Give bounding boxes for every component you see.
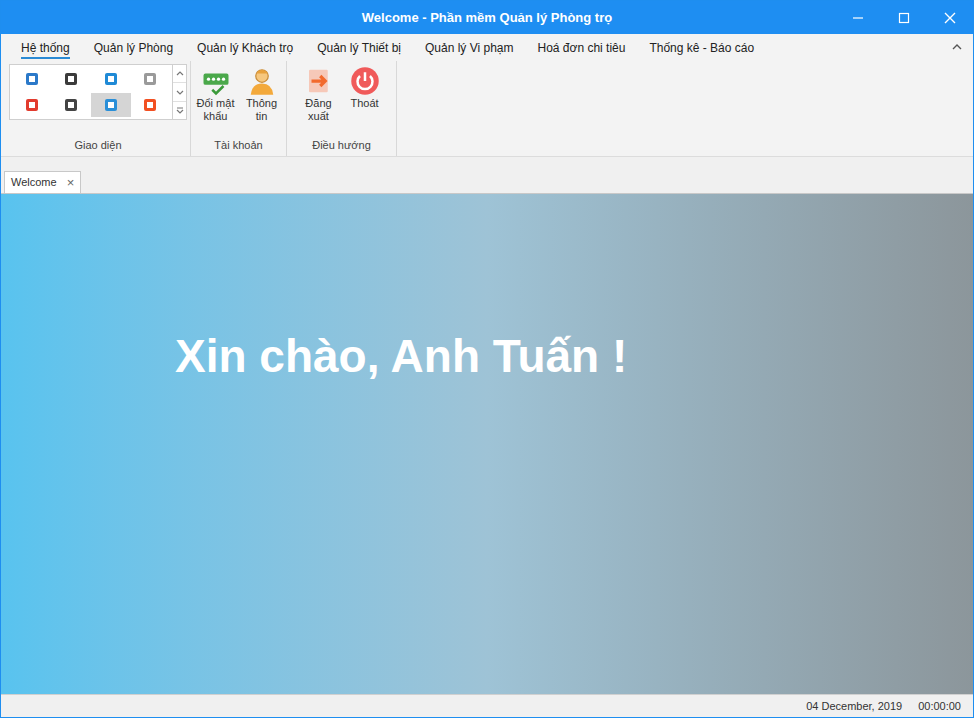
ribbon-tab-label: Quản lý Vi phạm <box>425 41 514 55</box>
gallery-scroll <box>172 65 186 119</box>
account-group-label: Tài khoản <box>214 137 262 157</box>
ribbon-tab[interactable]: Thống kê - Báo cáo <box>639 35 764 61</box>
skin-item[interactable] <box>91 67 131 91</box>
skins-group: Giao diện <box>6 61 191 156</box>
maximize-icon <box>898 12 910 24</box>
ribbon-tab-label: Hệ thống <box>21 41 70 59</box>
ribbon-tab-label: Quản lý Phòng <box>94 41 173 55</box>
expand-icon <box>175 105 185 115</box>
close-tab-button[interactable]: × <box>67 176 75 189</box>
skin-item[interactable] <box>52 93 92 117</box>
button-label: Đăng xuất <box>298 97 340 123</box>
ribbon-body: Giao diệnĐổi mật khẩuThông tinTài khoảnĐ… <box>1 61 973 157</box>
ribbon-tab-label: Quản lý Khách trọ <box>197 41 293 55</box>
skin-gallery <box>9 64 187 120</box>
title-bar: Welcome - Phần mềm Quản lý Phòng trọ <box>1 1 973 34</box>
minimize-button[interactable] <box>835 1 881 34</box>
skin-grid <box>10 65 172 119</box>
document-tab[interactable]: Welcome × <box>4 171 81 193</box>
ribbon-tab[interactable]: Quản lý Thiết bị <box>307 35 411 61</box>
ribbon-tab[interactable]: Quản lý Phòng <box>84 35 183 61</box>
logout-button[interactable]: Đăng xuất <box>298 64 340 123</box>
chevron-up-icon <box>175 69 185 79</box>
key-button[interactable]: Đổi mật khẩu <box>195 64 237 123</box>
skins-group-content <box>9 61 187 137</box>
welcome-panel: Xin chào, Anh Tuấn ! <box>1 194 973 694</box>
document-tabs: Welcome × <box>1 172 973 194</box>
button-label: Đổi mật khẩu <box>195 97 237 123</box>
skin-item[interactable] <box>52 67 92 91</box>
status-time: 00:00:00 <box>918 698 961 715</box>
nav-group-label: Điều hướng <box>312 137 371 157</box>
skin-icon <box>63 97 79 113</box>
window-title: Welcome - Phần mềm Quản lý Phòng trọ <box>362 8 612 28</box>
close-icon <box>944 12 956 24</box>
chevron-down-icon <box>175 87 185 97</box>
nav-group: Đăng xuất Thoát Điều hướng <box>287 61 397 156</box>
skin-icon <box>142 71 158 87</box>
skin-icon <box>142 97 158 113</box>
document-tab-label: Welcome <box>11 174 57 191</box>
ribbon-tabs: Hệ thống Quản lý Phòng Quản lý Khách trọ Qu… <box>1 34 973 61</box>
user-button[interactable]: Thông tin <box>241 64 283 123</box>
ribbon-tab[interactable]: Quản lý Khách trọ <box>187 35 303 61</box>
button-label: Thông tin <box>241 97 283 123</box>
ribbon-tab-label: Quản lý Thiết bị <box>317 41 401 55</box>
chevron-up-icon <box>951 41 963 53</box>
account-group: Đổi mật khẩuThông tinTài khoản <box>191 61 287 156</box>
ribbon-tab[interactable]: Hệ thống <box>11 35 80 61</box>
ribbon-tab-label: Hoá đơn chi tiêu <box>537 41 625 55</box>
skin-icon <box>63 71 79 87</box>
collapse-ribbon-button[interactable] <box>951 41 963 53</box>
skin-item[interactable] <box>12 93 52 117</box>
ribbon-tab[interactable]: Quản lý Vi phạm <box>415 35 524 61</box>
skin-icon <box>24 97 40 113</box>
status-bar: 04 December, 2019 00:00:00 <box>1 694 973 717</box>
ribbon-spacer <box>1 157 973 172</box>
status-date: 04 December, 2019 <box>806 698 902 715</box>
skin-item[interactable] <box>131 67 171 91</box>
skin-item[interactable] <box>12 67 52 91</box>
close-button[interactable] <box>927 1 973 34</box>
window-controls <box>835 1 973 34</box>
ribbon-tab[interactable]: Hoá đơn chi tiêu <box>527 35 635 61</box>
skin-icon <box>103 71 119 87</box>
minimize-icon <box>852 12 864 24</box>
maximize-button[interactable] <box>881 1 927 34</box>
scroll-up-button[interactable] <box>173 65 186 83</box>
button-label: Thoát <box>350 97 378 110</box>
power-button[interactable]: Thoát <box>344 64 386 110</box>
logout-icon <box>304 66 334 96</box>
skin-icon <box>24 71 40 87</box>
password-icon <box>201 66 231 96</box>
scroll-down-button[interactable] <box>173 83 186 101</box>
account-group-content: Đổi mật khẩuThông tin <box>191 61 287 137</box>
ribbon-tab-label: Thống kê - Báo cáo <box>649 41 754 55</box>
skin-item[interactable] <box>91 93 131 117</box>
skin-icon <box>103 97 119 113</box>
skins-group-label: Giao diện <box>74 137 121 157</box>
expand-gallery-button[interactable] <box>173 102 186 119</box>
skin-item[interactable] <box>131 93 171 117</box>
nav-group-content: Đăng xuất Thoát <box>294 61 390 137</box>
power-icon <box>350 66 380 96</box>
greeting-text: Xin chào, Anh Tuấn ! <box>175 326 973 386</box>
user-icon <box>247 66 277 96</box>
